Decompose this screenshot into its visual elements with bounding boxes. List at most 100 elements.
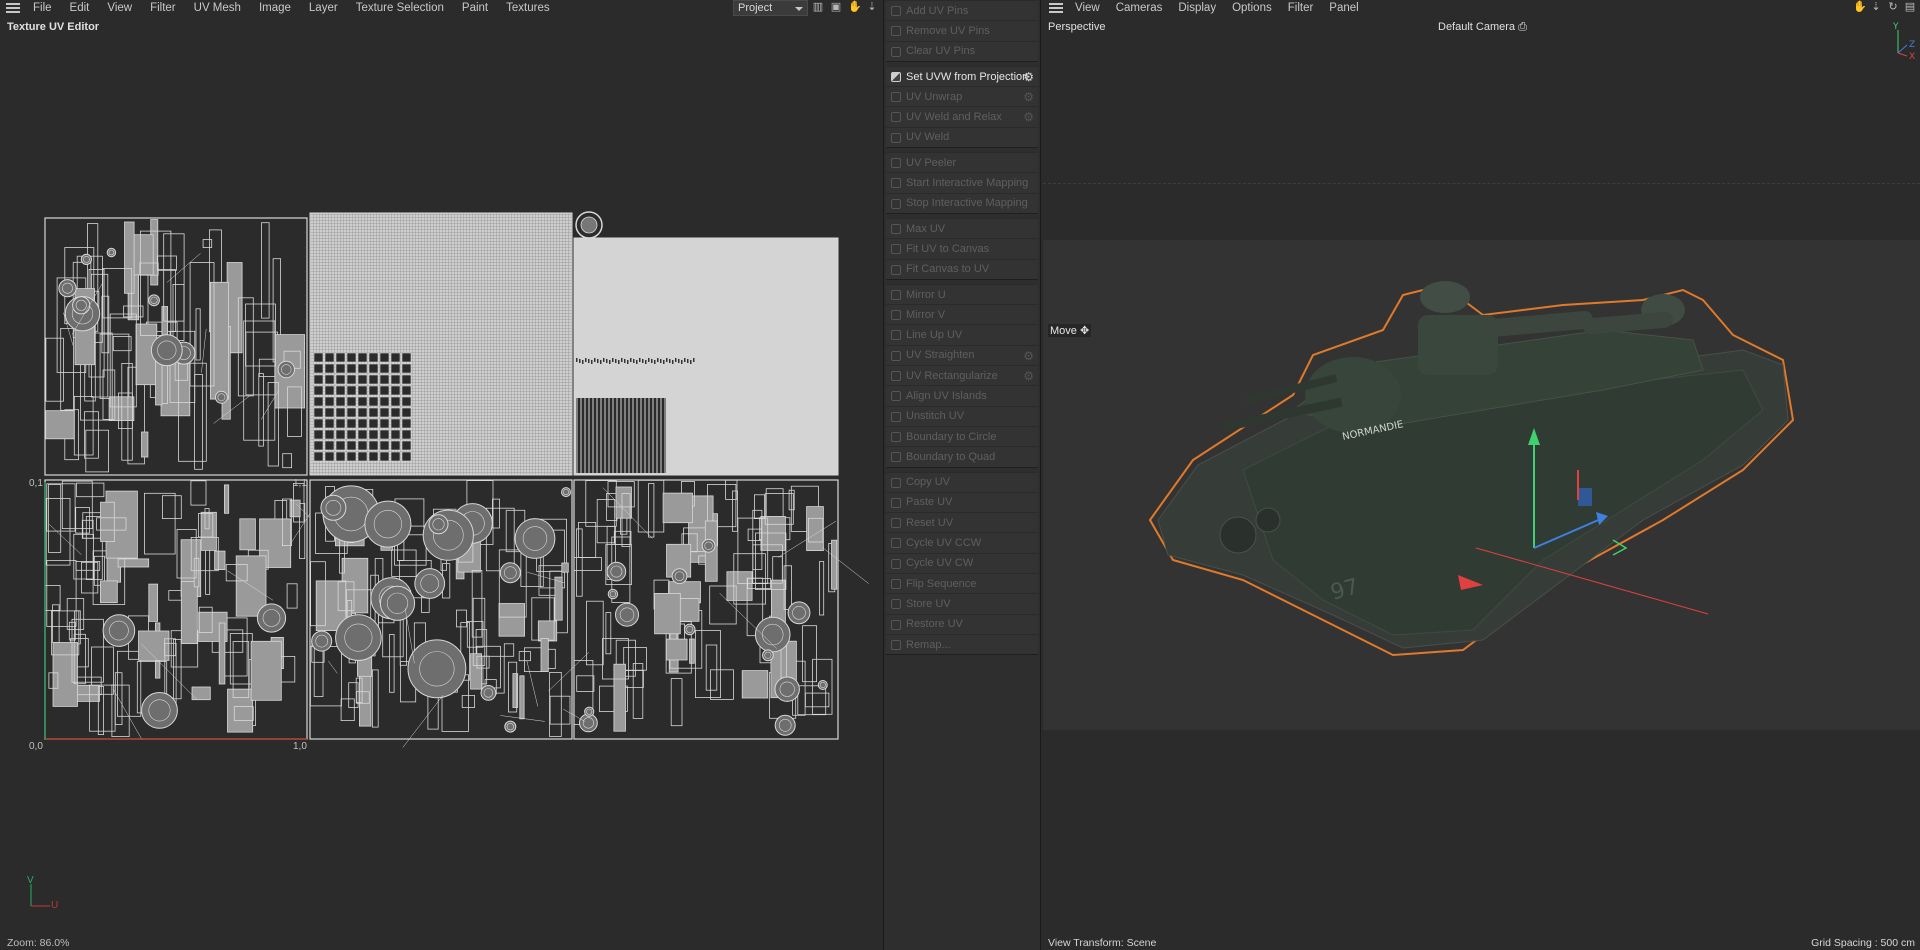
uv-island: [645, 360, 647, 364]
uv-island: [357, 440, 368, 451]
uv-command-label: Align UV Islands: [906, 389, 987, 402]
uv-command-copy-uv[interactable]: Copy UV: [886, 471, 1038, 492]
uv-island: [335, 352, 346, 363]
gear-icon[interactable]: ⚙: [1023, 70, 1034, 84]
uv-command-remove-uv-pins[interactable]: Remove UV Pins: [886, 20, 1038, 41]
uv-command-remap[interactable]: Remap...: [886, 633, 1038, 655]
uv-command-store-uv[interactable]: Store UV: [886, 593, 1038, 614]
uv-command-uv-weld-and-relax[interactable]: UV Weld and Relax ⚙: [886, 106, 1038, 127]
uv-command-fit-uv-to-canvas[interactable]: Fit UV to Canvas: [886, 238, 1038, 259]
corner-v-label: V: [27, 875, 34, 886]
uv-command-boundary-to-circle[interactable]: Boundary to Circle: [886, 425, 1038, 447]
uv-command-align-uv-islands[interactable]: Align UV Islands: [886, 385, 1038, 406]
uv-command-group: Max UV Fit UV to Canvas Fit Canvas to UV: [886, 217, 1038, 280]
uv-island: [102, 614, 136, 647]
uv-command-set-uvw-from-projection[interactable]: Set UVW from Projection ⚙: [886, 65, 1038, 87]
uv-island: [561, 487, 571, 498]
uv-island: [313, 374, 324, 385]
orient-x-axis: [1897, 52, 1908, 57]
uv-island: [627, 360, 629, 364]
uv-island: [401, 440, 412, 451]
uv-command-unstitch-uv[interactable]: Unstitch UV: [886, 405, 1038, 426]
uv-island: [368, 374, 379, 385]
uv-command-max-uv[interactable]: Max UV: [886, 217, 1038, 239]
uv-command-cycle-uv-ccw[interactable]: Cycle UV CCW: [886, 532, 1038, 553]
uv-island: [585, 358, 587, 362]
uv-canvas[interactable]: [0, 0, 882, 950]
gear-icon[interactable]: ⚙: [1023, 90, 1034, 104]
uv-label-origin: 0,0: [29, 741, 43, 752]
uv-command-uv-weld[interactable]: UV Weld: [886, 126, 1038, 148]
uv-command-stop-interactive-mapping[interactable]: Stop Interactive Mapping: [886, 192, 1038, 213]
uv-command-fit-canvas-to-uv[interactable]: Fit Canvas to UV: [886, 258, 1038, 279]
uv-island: [368, 385, 379, 396]
tank-main-turret-cupola: [1420, 281, 1470, 313]
uv-island: [335, 363, 346, 374]
uv-island: [422, 509, 474, 561]
uv-island: [379, 396, 390, 407]
uv-island: [760, 516, 786, 551]
uv-island: [45, 410, 75, 440]
uv-command-uv-rectangularize[interactable]: UV Rectangularize ⚙: [886, 365, 1038, 386]
uv-command-paste-uv[interactable]: Paste UV: [886, 491, 1038, 513]
uv-command-mirror-v[interactable]: Mirror V: [886, 304, 1038, 325]
uv-island: [662, 492, 693, 524]
gear-icon[interactable]: ⚙: [1023, 369, 1034, 383]
uv-island: [335, 407, 346, 418]
uv-island: [324, 385, 335, 396]
uv-command-clear-uv-pins[interactable]: Clear UV Pins: [886, 40, 1038, 61]
uv-command-uv-peeler[interactable]: UV Peeler: [886, 152, 1038, 173]
uv-command-label: Cycle UV CW: [906, 557, 974, 570]
gear-icon[interactable]: ⚙: [1023, 110, 1034, 124]
uv-command-reset-uv[interactable]: Reset UV: [886, 512, 1038, 533]
uv-island: [684, 358, 686, 362]
uv-island: [324, 407, 335, 418]
uv-island: [256, 603, 287, 633]
orient-z-label: Z: [1909, 40, 1915, 50]
uv-island: [239, 518, 256, 551]
uv-command-label: Boundary to Circle: [906, 430, 997, 443]
uv-island: [401, 374, 412, 385]
uv-island: [364, 500, 412, 548]
uv-island: [806, 506, 824, 552]
uv-island: [624, 359, 626, 363]
uv-island: [379, 585, 416, 621]
uv-island: [584, 706, 595, 717]
uv-command-label: UV Straighten: [906, 349, 975, 362]
uv-label-uv1: 1,1: [293, 478, 307, 489]
uv-island: [754, 616, 791, 653]
uv-island: [554, 576, 563, 621]
uv-command-label: Clear UV Pins: [906, 45, 976, 58]
perspective-viewport[interactable]: View Cameras Display Options Filter Pane…: [1043, 0, 1920, 950]
uv-island: [514, 518, 556, 559]
uv-command-label: Stop Interactive Mapping: [906, 197, 1028, 210]
uv-island: [428, 514, 449, 535]
uv-label-u1: 1,0: [293, 741, 307, 752]
uv-island: [368, 418, 379, 429]
uv-command-cycle-uv-cw[interactable]: Cycle UV CW: [886, 552, 1038, 574]
uv-island: [657, 358, 659, 362]
orient-y-label: Y: [1892, 22, 1899, 32]
uv-island: [346, 385, 357, 396]
uv-command-add-uv-pins[interactable]: Add UV Pins: [886, 0, 1038, 21]
uv-command-uv-straighten[interactable]: UV Straighten ⚙: [886, 344, 1038, 366]
uv-command-line-up-uv[interactable]: Line Up UV: [886, 324, 1038, 345]
view-transform: View Transform: Scene: [1048, 937, 1157, 949]
uv-island: [633, 359, 635, 363]
tank-model[interactable]: NORMANDIE 97: [1148, 281, 1795, 657]
uv-command-group: Add UV Pins Remove UV Pins Clear UV Pins: [886, 0, 1038, 62]
uv-command-flip-sequence[interactable]: Flip Sequence: [886, 573, 1038, 594]
uv-island: [390, 407, 401, 418]
uv-command-mirror-u[interactable]: Mirror U: [886, 283, 1038, 305]
uv-command-icon: [891, 350, 901, 361]
zoom-readout: Zoom: 86.0%: [7, 937, 70, 949]
uv-island: [335, 614, 382, 661]
uv-island: [346, 363, 357, 374]
uv-command-icon: [891, 497, 901, 508]
uv-island: [701, 538, 716, 553]
uv-command-uv-unwrap[interactable]: UV Unwrap ⚙: [886, 86, 1038, 107]
gear-icon[interactable]: ⚙: [1023, 349, 1034, 363]
uv-command-boundary-to-quad[interactable]: Boundary to Quad: [886, 446, 1038, 467]
uv-command-restore-uv[interactable]: Restore UV: [886, 613, 1038, 634]
uv-command-start-interactive-mapping[interactable]: Start Interactive Mapping: [886, 172, 1038, 193]
